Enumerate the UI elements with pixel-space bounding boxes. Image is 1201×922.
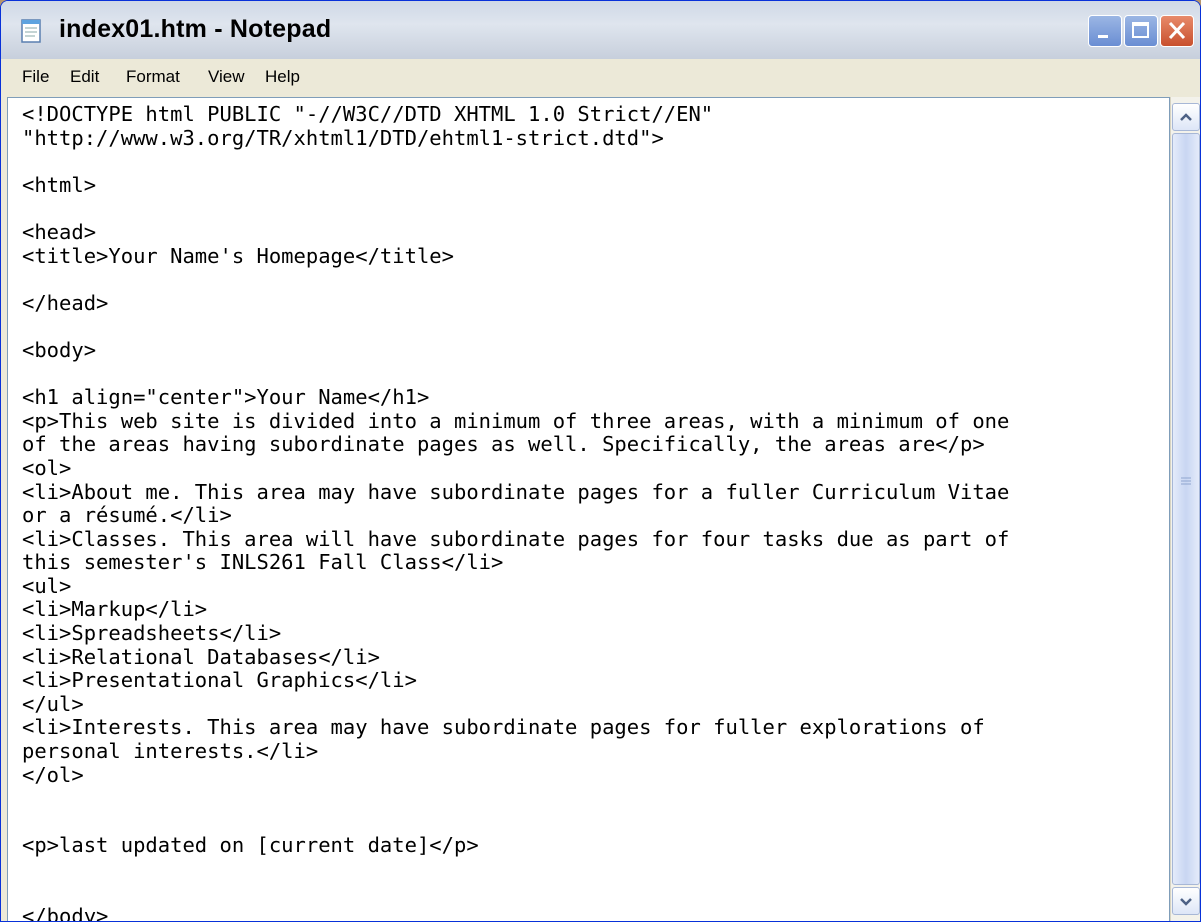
minimize-button[interactable] bbox=[1088, 15, 1122, 47]
text-line[interactable]: <p>This web site is divided into a minim… bbox=[22, 409, 1009, 433]
text-line[interactable]: <li>Markup</li> bbox=[22, 597, 207, 622]
text-line[interactable]: </body> bbox=[22, 904, 108, 921]
text-line[interactable]: <li>About me. This area may have subordi… bbox=[22, 480, 1009, 504]
text-line[interactable]: personal interests.</li> bbox=[22, 739, 318, 763]
window-title: index01.htm - Notepad bbox=[59, 15, 332, 43]
close-icon bbox=[1168, 21, 1186, 40]
maximize-button[interactable] bbox=[1124, 15, 1158, 47]
text-line[interactable]: <li>Classes. This area will have subordi… bbox=[22, 527, 1009, 551]
menu-view[interactable]: View bbox=[208, 67, 245, 87]
notepad-window: index01.htm - Notepad File Edit Format V… bbox=[0, 0, 1201, 922]
text-line[interactable]: <li>Interests. This area may have subord… bbox=[22, 715, 985, 740]
menu-bar: File Edit Format View Help bbox=[1, 59, 1200, 95]
text-line[interactable]: of the areas having subordinate pages as… bbox=[22, 432, 985, 457]
text-line[interactable]: <title>Your Name's Homepage</title> bbox=[22, 244, 454, 268]
text-line[interactable]: <body> bbox=[22, 338, 96, 362]
text-line[interactable]: <li>Relational Databases</li> bbox=[22, 645, 380, 669]
text-editor[interactable]: <!DOCTYPE html PUBLIC "-//W3C//DTD XHTML… bbox=[7, 97, 1170, 921]
title-bar[interactable]: index01.htm - Notepad bbox=[1, 1, 1200, 60]
text-line[interactable]: <li>Spreadsheets</li> bbox=[22, 621, 281, 645]
close-button[interactable] bbox=[1160, 15, 1194, 47]
grip-icon bbox=[1181, 477, 1191, 485]
chevron-up-icon bbox=[1180, 113, 1192, 121]
scroll-thumb[interactable] bbox=[1172, 133, 1200, 885]
menu-file[interactable]: File bbox=[22, 67, 49, 87]
text-line[interactable]: <li>Presentational Graphics</li> bbox=[22, 668, 417, 692]
text-line[interactable]: <!DOCTYPE html PUBLIC "-//W3C//DTD XHTML… bbox=[22, 102, 713, 126]
scroll-up-button[interactable] bbox=[1172, 103, 1200, 131]
minimize-icon bbox=[1098, 35, 1108, 38]
text-line[interactable]: this semester's INLS261 Fall Class</li> bbox=[22, 550, 503, 574]
maximize-icon bbox=[1132, 22, 1149, 38]
text-line[interactable]: </head> bbox=[22, 291, 108, 315]
menu-edit[interactable]: Edit bbox=[70, 67, 99, 87]
document-text[interactable]: <!DOCTYPE html PUBLIC "-//W3C//DTD XHTML… bbox=[22, 102, 1009, 921]
text-line[interactable]: <ol> bbox=[22, 456, 71, 480]
menu-help[interactable]: Help bbox=[265, 67, 300, 87]
text-line[interactable]: <h1 align="center">Your Name</h1> bbox=[22, 385, 429, 409]
menu-format[interactable]: Format bbox=[126, 67, 180, 87]
text-line[interactable]: <p>last updated on [current date]</p> bbox=[22, 833, 479, 858]
text-line[interactable]: <html> bbox=[22, 173, 96, 197]
notepad-icon bbox=[19, 18, 45, 44]
scroll-down-button[interactable] bbox=[1172, 887, 1200, 915]
chevron-down-icon bbox=[1180, 898, 1192, 906]
text-line[interactable]: </ul> bbox=[22, 692, 84, 716]
vertical-scrollbar[interactable] bbox=[1170, 97, 1200, 921]
text-line[interactable]: </ol> bbox=[22, 763, 84, 787]
text-line[interactable]: <head> bbox=[22, 220, 96, 244]
text-line[interactable]: <ul> bbox=[22, 574, 71, 598]
text-line[interactable]: or a résumé.</li> bbox=[22, 503, 232, 527]
text-line[interactable]: "http://www.w3.org/TR/xhtml1/DTD/ehtml1-… bbox=[22, 126, 664, 150]
